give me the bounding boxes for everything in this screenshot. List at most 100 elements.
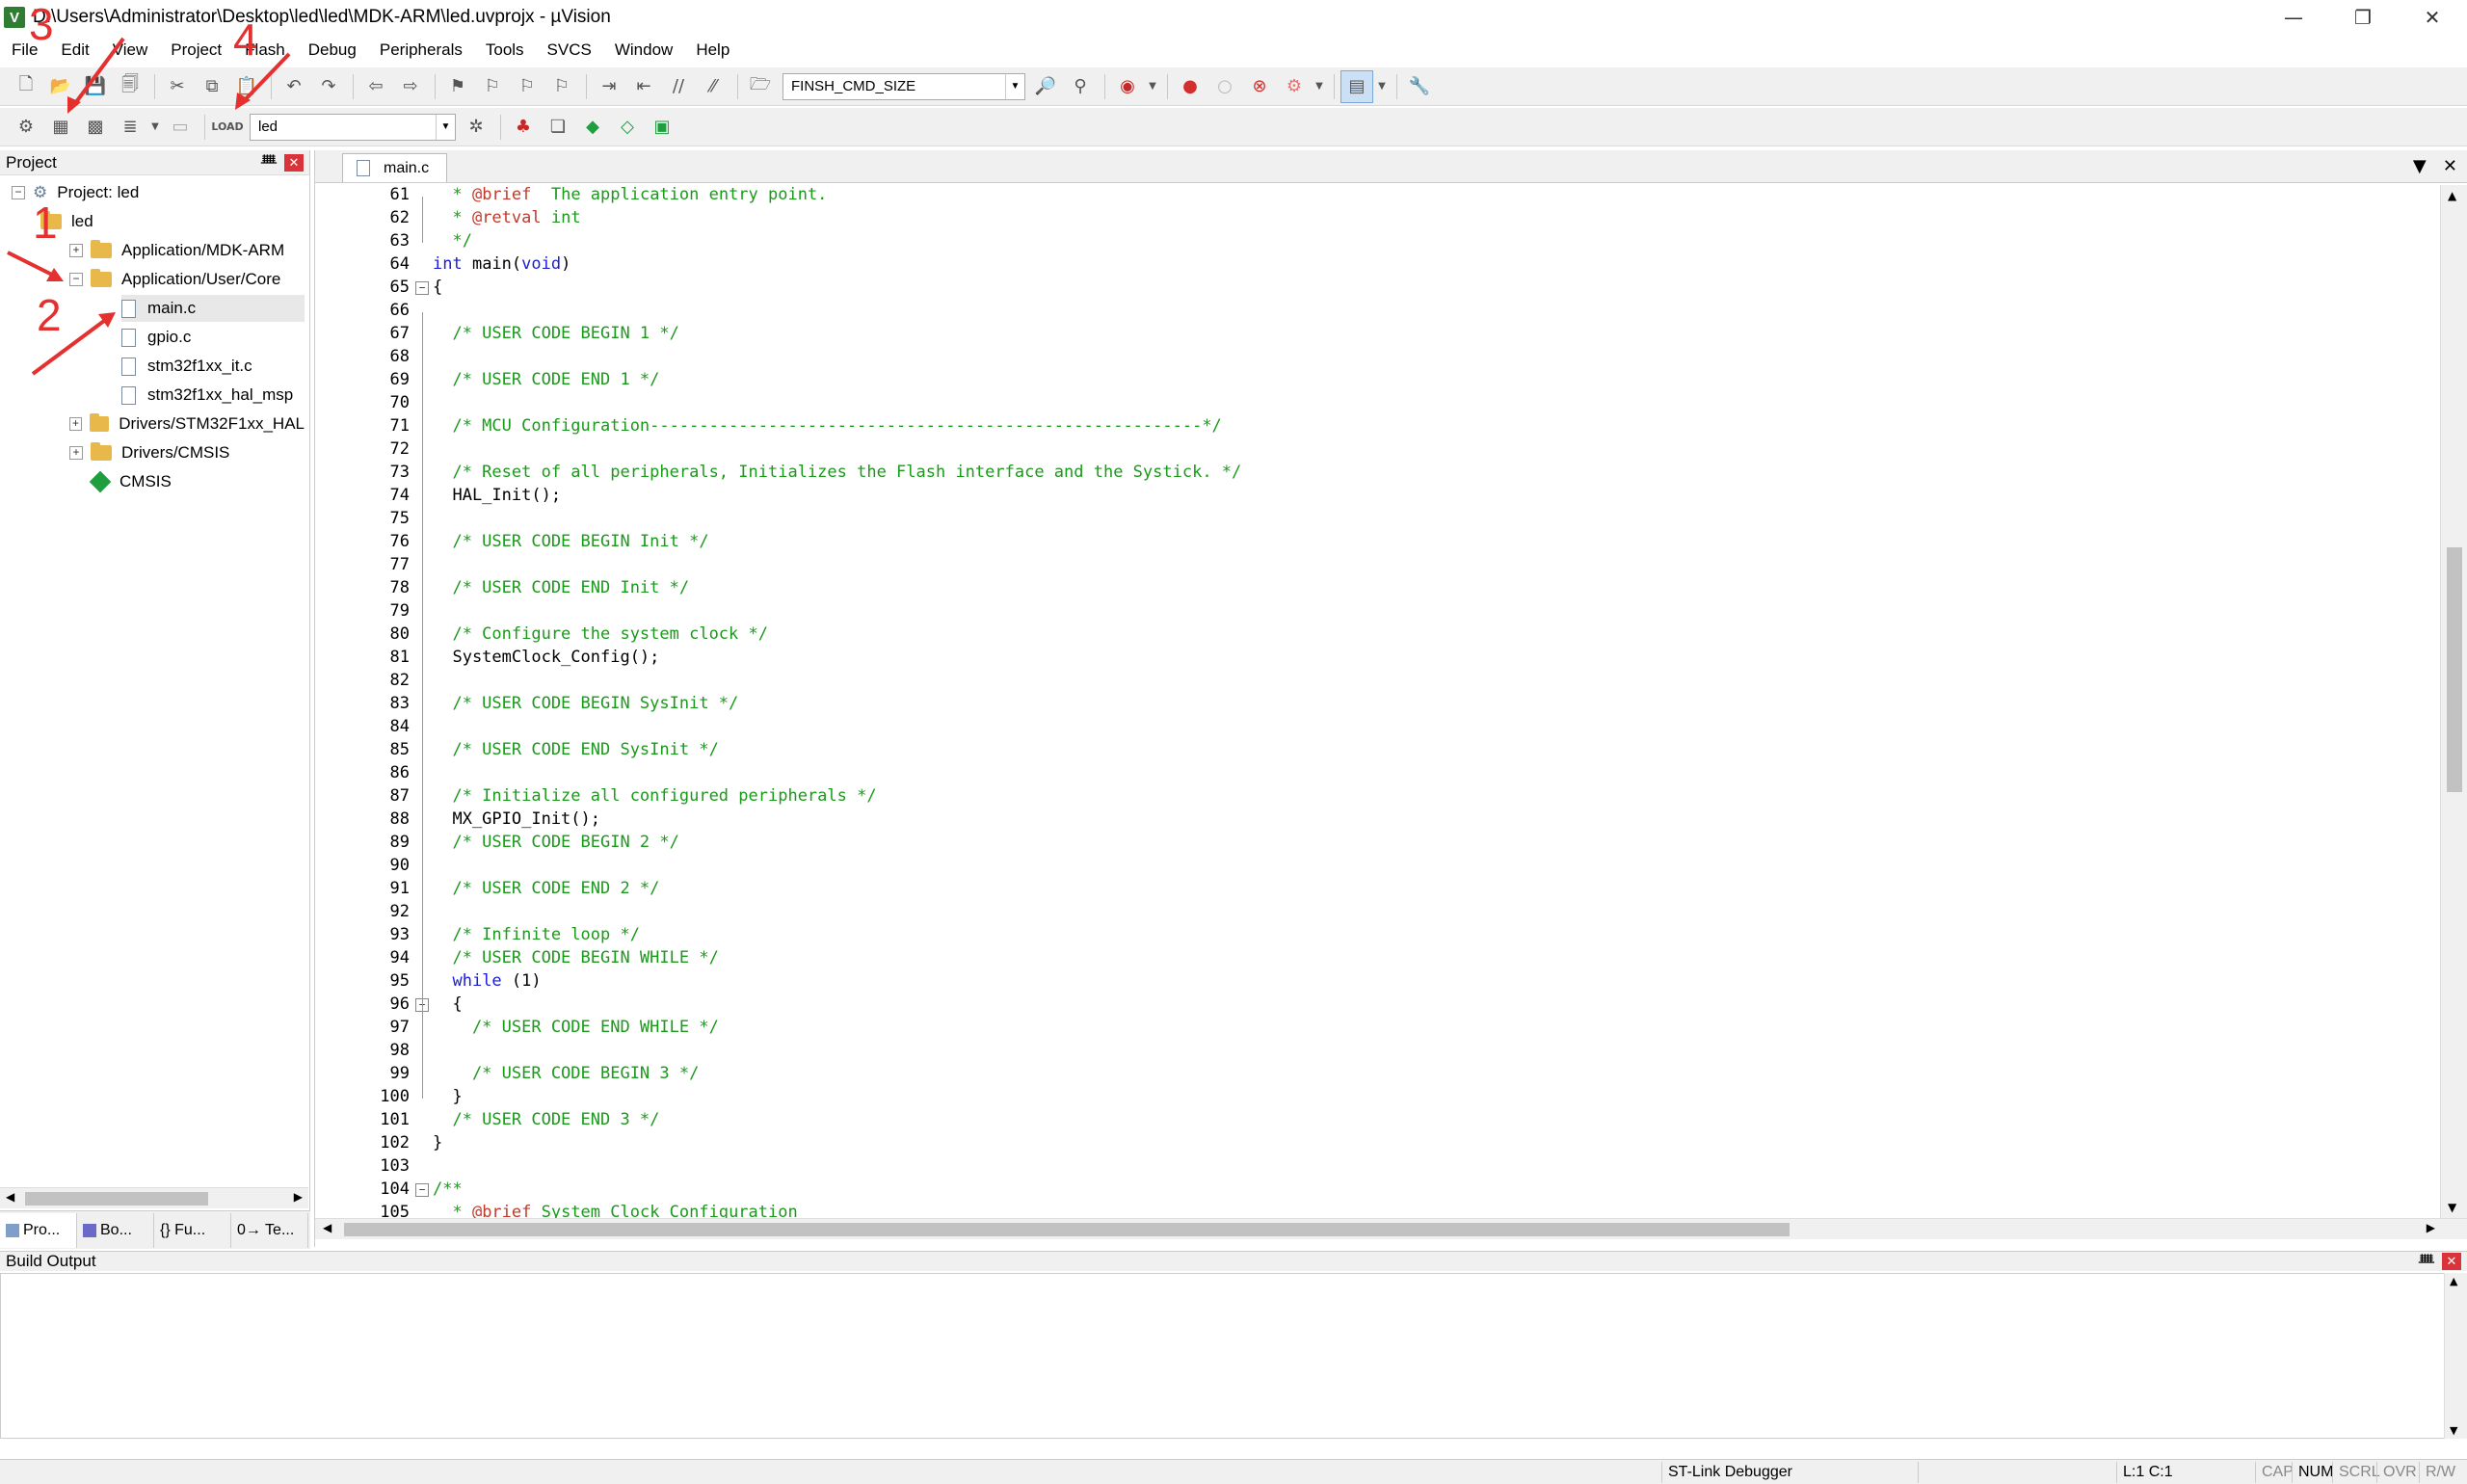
tab-main-c[interactable]: main.c <box>342 153 448 182</box>
menu-peripherals[interactable]: Peripherals <box>368 35 474 66</box>
code-line[interactable]: 78 /* USER CODE END Init */ <box>315 578 2435 601</box>
code-line[interactable]: 85 /* USER CODE END SysInit */ <box>315 740 2435 763</box>
code-line[interactable]: 69 /* USER CODE END 1 */ <box>315 370 2435 393</box>
chevron-down-icon[interactable]: ▼ <box>1005 73 1024 99</box>
tree-group-mdk-arm[interactable]: + Application/MDK-ARM <box>69 237 284 264</box>
menu-svcs[interactable]: SVCS <box>536 35 603 66</box>
menu-window[interactable]: Window <box>603 35 684 66</box>
build-vscrollbar[interactable]: ▲ ▼ <box>2444 1273 2467 1439</box>
kill-breakpoints-icon[interactable]: ⊗ <box>1243 70 1276 103</box>
code-line[interactable]: 87 /* Initialize all configured peripher… <box>315 786 2435 809</box>
editor-hscrollbar[interactable]: ◀ ▶ <box>315 1218 2467 1239</box>
pin-icon[interactable]: ᚙ <box>2419 1254 2434 1270</box>
prev-bookmark-icon[interactable]: ⚐ <box>476 70 509 103</box>
code-line[interactable]: 97 /* USER CODE END WHILE */ <box>315 1018 2435 1041</box>
code-line[interactable]: 102} <box>315 1133 2435 1156</box>
download-load-icon[interactable]: LOAD <box>211 111 244 144</box>
scroll-right-icon[interactable]: ▶ <box>2427 1221 2435 1234</box>
code-line[interactable]: 89 /* USER CODE BEGIN 2 */ <box>315 833 2435 856</box>
save-icon[interactable]: 💾 <box>79 70 112 103</box>
code-line[interactable]: 71 /* MCU Configuration-----------------… <box>315 416 2435 439</box>
code-line[interactable]: 96− { <box>315 994 2435 1018</box>
code-line[interactable]: 75 <box>315 509 2435 532</box>
code-line[interactable]: 104−/** <box>315 1179 2435 1203</box>
scroll-left-icon[interactable]: ◀ <box>323 1221 332 1234</box>
find-combo[interactable]: FINSH_CMD_SIZE ▼ <box>783 72 1025 100</box>
code-line[interactable]: 100 } <box>315 1087 2435 1110</box>
tree-file-main-c[interactable]: main.c <box>121 295 305 322</box>
tree-file-hal-msp[interactable]: stm32f1xx_hal_msp <box>121 382 293 409</box>
code-line[interactable]: 90 <box>315 856 2435 879</box>
translate-icon[interactable]: ⚙ <box>10 111 42 144</box>
code-line[interactable]: 73 /* Reset of all peripherals, Initiali… <box>315 463 2435 486</box>
code-line[interactable]: 76 /* USER CODE BEGIN Init */ <box>315 532 2435 555</box>
tab-project[interactable]: Pro... <box>0 1212 77 1248</box>
scroll-down-icon[interactable]: ▼ <box>2448 1201 2456 1214</box>
editor-vscrollbar[interactable]: ▲ ▼ <box>2440 185 2467 1218</box>
cut-icon[interactable]: ✂ <box>161 70 194 103</box>
code-line[interactable]: 103 <box>315 1156 2435 1179</box>
clear-bookmarks-icon[interactable]: ⚐ <box>545 70 578 103</box>
scroll-right-icon[interactable]: ▶ <box>294 1190 303 1204</box>
window-layout-icon[interactable]: ▤ <box>1340 69 1373 103</box>
tab-functions[interactable]: {} Fu... <box>154 1212 231 1248</box>
breakpoint-icon[interactable]: ● <box>1174 70 1207 103</box>
tree-file-gpio-c[interactable]: gpio.c <box>121 324 191 351</box>
paste-icon[interactable]: 📋 <box>230 70 263 103</box>
run-time-env-icon[interactable]: ◆ <box>576 111 609 144</box>
code-line[interactable]: 77 <box>315 555 2435 578</box>
code-line[interactable]: 94 /* USER CODE BEGIN WHILE */ <box>315 948 2435 971</box>
menu-help[interactable]: Help <box>684 35 741 66</box>
tree-file-it-c[interactable]: stm32f1xx_it.c <box>121 353 252 380</box>
expand-icon[interactable]: + <box>69 244 83 257</box>
code-line[interactable]: 99 /* USER CODE BEGIN 3 */ <box>315 1064 2435 1087</box>
code-line[interactable]: 83 /* USER CODE BEGIN SysInit */ <box>315 694 2435 717</box>
code-line[interactable]: 82 <box>315 671 2435 694</box>
tree-component-cmsis[interactable]: CMSIS <box>89 468 172 495</box>
code-line[interactable]: 84 <box>315 717 2435 740</box>
redo-icon[interactable]: ↷ <box>312 70 345 103</box>
dropdown-arrow-icon[interactable]: ▼ <box>1313 70 1326 103</box>
find-in-files-icon[interactable]: 🗁 <box>744 70 777 103</box>
close-tab-icon[interactable]: ✕ <box>2443 156 2457 176</box>
scroll-thumb[interactable] <box>344 1223 1790 1236</box>
next-bookmark-icon[interactable]: ⚐ <box>511 70 544 103</box>
tree-group-drivers-cmsis[interactable]: + Drivers/CMSIS <box>69 439 229 466</box>
code-line[interactable]: 98 <box>315 1041 2435 1064</box>
dropdown-arrow-icon[interactable]: ▼ <box>1375 70 1389 103</box>
code-line[interactable]: 70 <box>315 393 2435 416</box>
fold-toggle-icon[interactable]: − <box>415 281 429 295</box>
menu-tools[interactable]: Tools <box>474 35 536 66</box>
target-combo[interactable]: led ▼ <box>250 113 456 141</box>
panel-close-icon[interactable]: ✕ <box>2442 1253 2461 1270</box>
chevron-down-icon[interactable]: ▼ <box>436 114 455 140</box>
fold-toggle-icon[interactable]: − <box>415 1183 429 1197</box>
tree-root-project[interactable]: − ⚙ Project: led <box>12 179 139 206</box>
code-line[interactable]: 65−{ <box>315 278 2435 301</box>
bookmark-icon[interactable]: ⚑ <box>441 70 474 103</box>
code-line[interactable]: 101 /* USER CODE END 3 */ <box>315 1110 2435 1133</box>
project-hscrollbar[interactable]: ◀ ▶ <box>0 1187 308 1208</box>
code-line[interactable]: 86 <box>315 763 2435 786</box>
file-extensions-icon[interactable]: ❏ <box>542 111 574 144</box>
disable-breakpoint-icon[interactable]: ○ <box>1208 70 1241 103</box>
code-line[interactable]: 80 /* Configure the system clock */ <box>315 624 2435 648</box>
scroll-thumb[interactable] <box>25 1192 208 1206</box>
find-icon[interactable]: 🔎 <box>1029 70 1062 103</box>
close-button[interactable]: ✕ <box>2398 0 2467 35</box>
tab-books[interactable]: Bo... <box>77 1212 154 1248</box>
menu-view[interactable]: View <box>101 35 160 66</box>
code-line[interactable]: 63 */ <box>315 231 2435 254</box>
tree-group-user-core[interactable]: − Application/User/Core <box>69 266 280 293</box>
collapse-icon[interactable]: − <box>12 186 25 199</box>
save-all-icon[interactable]: 🗐 <box>114 70 146 103</box>
code-line[interactable]: 61 * @brief The application entry point. <box>315 185 2435 208</box>
configure-icon[interactable]: ⚙ <box>1278 70 1311 103</box>
target-options-icon[interactable]: ✲ <box>460 111 492 144</box>
select-pack-icon[interactable]: ◇ <box>611 111 644 144</box>
stop-build-icon[interactable]: ▭ <box>164 111 197 144</box>
unindent-icon[interactable]: ⇤ <box>627 70 660 103</box>
tree-group-drivers-hal[interactable]: + Drivers/STM32F1xx_HAL <box>69 411 305 437</box>
dropdown-arrow-icon[interactable]: ▼ <box>148 111 162 144</box>
code-area[interactable]: 61 * @brief The application entry point.… <box>315 185 2435 1218</box>
